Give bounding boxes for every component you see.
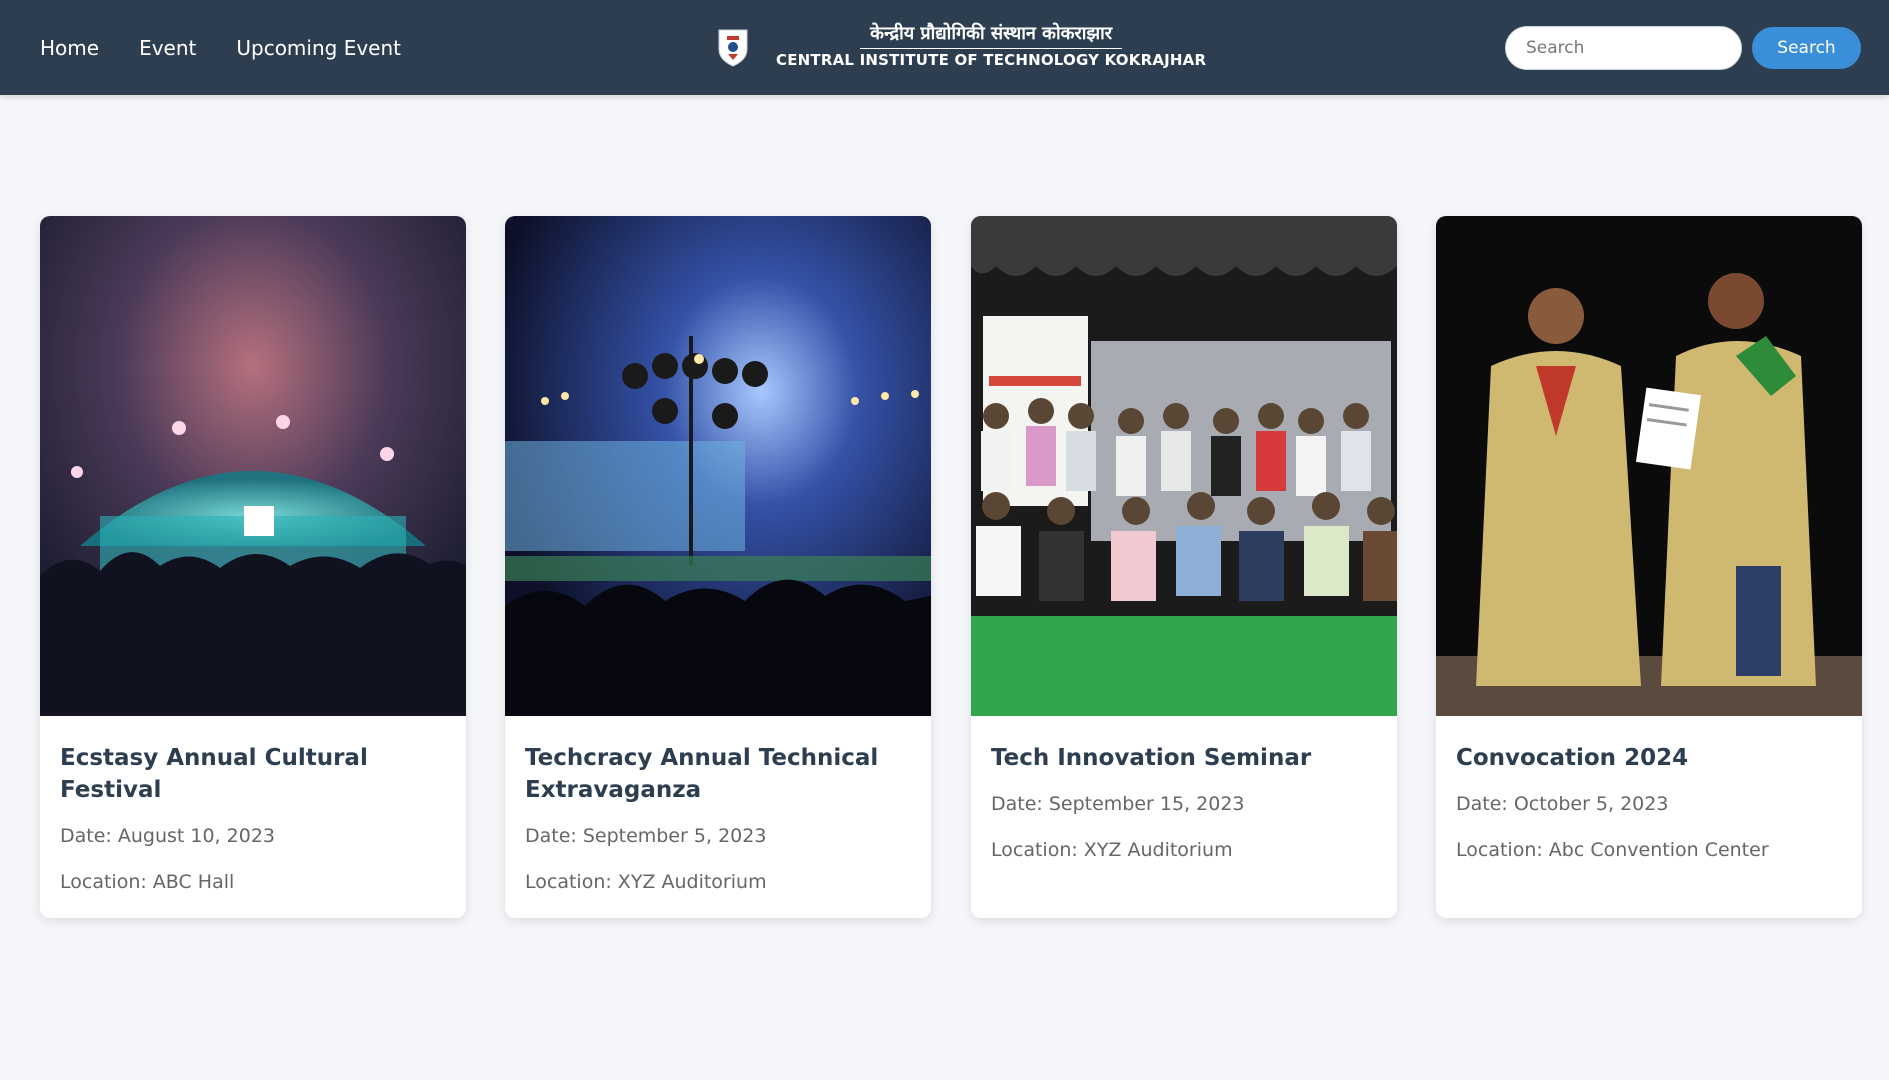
event-title: Tech Innovation Seminar: [991, 745, 1312, 771]
event-date: Date: October 5, 2023: [1456, 793, 1669, 815]
event-location: Location: XYZ Auditorium: [991, 839, 1233, 861]
institute-logo-icon: [718, 29, 748, 67]
event-image-convocation: [1436, 216, 1862, 716]
event-image-cultural-festival: [40, 216, 466, 716]
event-date: Date: August 10, 2023: [60, 825, 275, 847]
event-title: Convocation 2024: [1456, 745, 1689, 771]
event-location: Location: ABC Hall: [60, 871, 235, 893]
event-date: Date: September 5, 2023: [525, 825, 767, 847]
event-location: Location: XYZ Auditorium: [525, 871, 767, 893]
event-card[interactable]: Techcracy Annual Technical Extravaganza …: [505, 216, 931, 918]
brand-title-english: CENTRAL INSTITUTE OF TECHNOLOGY KOKRAJHA…: [776, 51, 1207, 69]
nav-links: Home Event Upcoming Event: [40, 0, 401, 95]
nav-link-event[interactable]: Event: [139, 36, 196, 60]
event-card[interactable]: Convocation 2024 Date: October 5, 2023 L…: [1436, 216, 1862, 918]
brand-text: केन्द्रीय प्रौद्योगिकी संस्थान कोकराझार …: [776, 22, 1206, 71]
institute-brand[interactable]: केन्द्रीय प्रौद्योगिकी संस्थान कोकराझार …: [716, 22, 1206, 71]
event-card-body: Tech Innovation Seminar Date: September …: [971, 716, 1397, 883]
search-input[interactable]: [1505, 26, 1742, 70]
event-image-innovation-seminar: [971, 216, 1397, 716]
event-title: Techcracy Annual Technical Extravaganza: [525, 745, 879, 803]
search-button[interactable]: Search: [1752, 27, 1861, 69]
event-card-body: Convocation 2024 Date: October 5, 2023 L…: [1436, 716, 1862, 883]
event-card[interactable]: Ecstasy Annual Cultural Festival Date: A…: [40, 216, 466, 918]
top-navbar: Home Event Upcoming Event केन्द्रीय प्रौ…: [0, 0, 1889, 95]
event-card-body: Ecstasy Annual Cultural Festival Date: A…: [40, 716, 466, 915]
event-date: Date: September 15, 2023: [991, 793, 1245, 815]
event-title: Ecstasy Annual Cultural Festival: [60, 745, 368, 803]
event-card-body: Techcracy Annual Technical Extravaganza …: [505, 716, 931, 915]
event-card[interactable]: Tech Innovation Seminar Date: September …: [971, 216, 1397, 918]
event-image-technical-extravaganza: [505, 216, 931, 716]
brand-title-hindi: केन्द्रीय प्रौद्योगिकी संस्थान कोकराझार: [860, 22, 1123, 49]
event-location: Location: Abc Convention Center: [1456, 839, 1769, 861]
nav-link-upcoming-event[interactable]: Upcoming Event: [236, 36, 401, 60]
nav-link-home[interactable]: Home: [40, 36, 99, 60]
